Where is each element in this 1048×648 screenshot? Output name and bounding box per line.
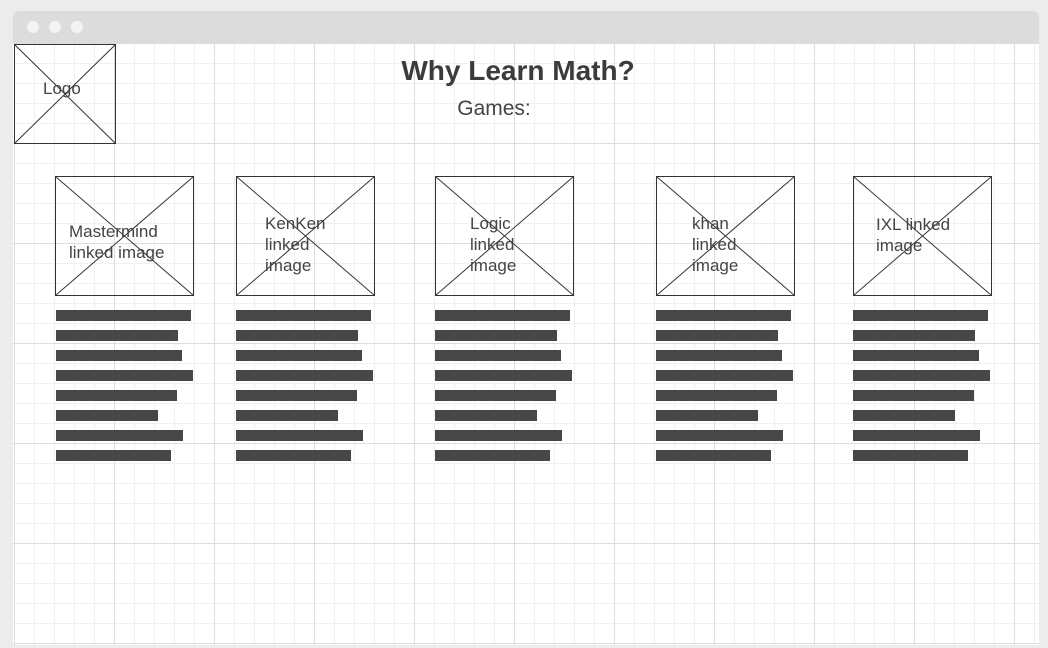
text-placeholder-line bbox=[236, 350, 362, 361]
wireframe-canvas: Logo Why Learn Math? Games: Mastermind l… bbox=[13, 43, 1039, 645]
text-placeholder-line bbox=[656, 450, 771, 461]
text-placeholder-line bbox=[435, 430, 562, 441]
window-titlebar bbox=[13, 11, 1039, 43]
game-image-label: Logic linked image bbox=[470, 214, 517, 275]
text-placeholder-line bbox=[656, 410, 758, 421]
text-placeholder-line bbox=[656, 330, 778, 341]
text-placeholder-line bbox=[853, 390, 974, 401]
text-placeholder-line bbox=[853, 310, 988, 321]
game-image-label: IXL linked image bbox=[876, 215, 951, 255]
text-placeholder-line bbox=[435, 390, 556, 401]
text-placeholder-line bbox=[435, 450, 550, 461]
text-placeholder-line bbox=[853, 370, 990, 381]
game-image-label: KenKen linked image bbox=[265, 214, 326, 275]
text-placeholder-line bbox=[56, 430, 183, 441]
text-placeholder-line bbox=[56, 410, 158, 421]
text-placeholder-line bbox=[236, 450, 351, 461]
text-placeholder-line bbox=[853, 430, 980, 441]
game-image-khan[interactable]: khan linked image bbox=[656, 176, 795, 296]
text-placeholder-line bbox=[236, 430, 363, 441]
text-placeholder-line bbox=[435, 330, 557, 341]
text-placeholder-line bbox=[435, 350, 561, 361]
text-placeholder-line bbox=[236, 370, 373, 381]
text-placeholder-line bbox=[236, 330, 358, 341]
game-image-kenken[interactable]: KenKen linked image bbox=[236, 176, 375, 296]
text-placeholder-line bbox=[853, 410, 955, 421]
text-placeholder-line bbox=[435, 310, 570, 321]
window-minimize-dot[interactable] bbox=[49, 21, 61, 33]
text-placeholder-line bbox=[656, 370, 793, 381]
game-image-ixl[interactable]: IXL linked image bbox=[853, 176, 992, 296]
text-placeholder-line bbox=[56, 350, 182, 361]
text-placeholder-line bbox=[853, 450, 968, 461]
text-placeholder-line bbox=[435, 370, 572, 381]
text-placeholder-line bbox=[853, 350, 979, 361]
text-placeholder-line bbox=[236, 410, 338, 421]
text-placeholder-line bbox=[656, 390, 777, 401]
text-placeholder-line bbox=[656, 350, 782, 361]
game-image-logic[interactable]: Logic linked image bbox=[435, 176, 574, 296]
game-image-mastermind[interactable]: Mastermind linked image bbox=[55, 176, 194, 296]
page-title: Why Learn Math? bbox=[401, 55, 635, 86]
text-placeholder-line bbox=[236, 310, 371, 321]
window-maximize-dot[interactable] bbox=[71, 21, 83, 33]
text-placeholder-line bbox=[56, 330, 178, 341]
text-placeholder-line bbox=[435, 410, 537, 421]
game-image-label: Mastermind linked image bbox=[69, 222, 165, 262]
game-image-label: khan linked image bbox=[692, 214, 739, 275]
page-subtitle: Games: bbox=[457, 97, 531, 120]
text-placeholder-line bbox=[56, 450, 171, 461]
text-placeholder-line bbox=[656, 430, 783, 441]
text-placeholder-line bbox=[56, 390, 177, 401]
window-close-dot[interactable] bbox=[27, 21, 39, 33]
text-placeholder-line bbox=[56, 310, 191, 321]
browser-window: Logo Why Learn Math? Games: Mastermind l… bbox=[13, 11, 1039, 645]
text-placeholder-line bbox=[56, 370, 193, 381]
text-placeholder-line bbox=[853, 330, 975, 341]
text-placeholder-line bbox=[656, 310, 791, 321]
text-placeholder-line bbox=[236, 390, 357, 401]
